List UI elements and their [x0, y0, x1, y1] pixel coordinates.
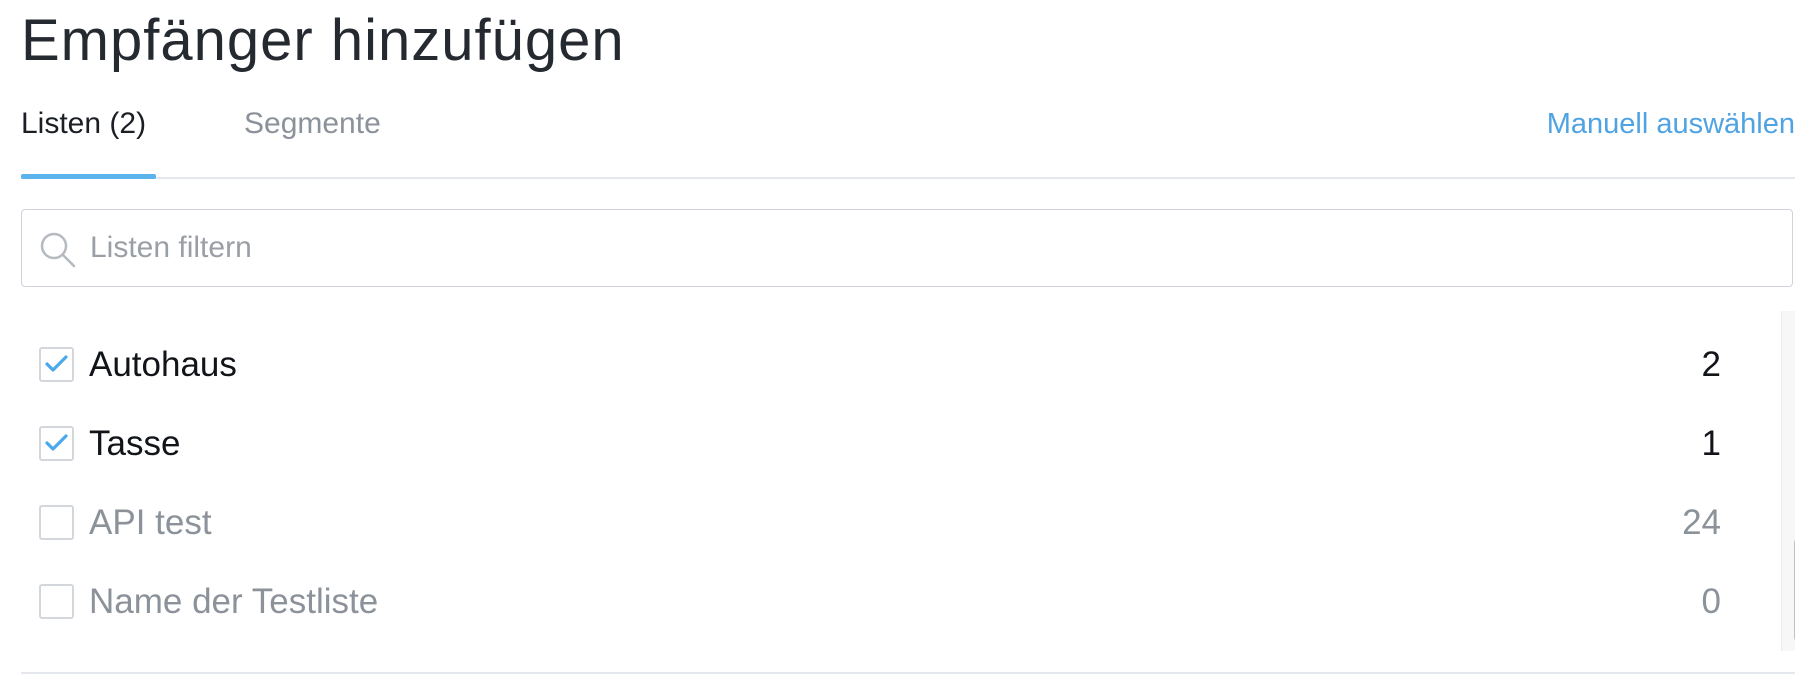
tab-segments-label: Segmente: [244, 107, 381, 140]
list-count: 2: [1701, 345, 1721, 384]
list-count: 24: [1682, 503, 1721, 542]
list-item[interactable]: API test 24: [21, 493, 1721, 553]
tab-lists-label: Listen (2): [21, 107, 147, 140]
search-icon: [40, 232, 76, 268]
active-tab-indicator: [21, 174, 156, 179]
checkmark-icon: [45, 355, 68, 372]
checkbox-checked[interactable]: [39, 426, 74, 461]
divider: [21, 672, 1795, 674]
list-name: API test: [89, 503, 212, 542]
list-item[interactable]: Tasse 1: [21, 414, 1721, 474]
list-item[interactable]: Name der Testliste 0: [21, 572, 1721, 632]
checkbox-checked[interactable]: [39, 347, 74, 382]
checkbox-unchecked[interactable]: [39, 584, 74, 619]
search-input[interactable]: [88, 212, 1780, 284]
manual-select-link[interactable]: Manuell auswählen: [1547, 96, 1795, 152]
tab-segments[interactable]: Segmente: [244, 96, 381, 177]
list-scroll-area[interactable]: Autohaus 2 Tasse 1 API test 24 Name der …: [21, 311, 1795, 651]
list-name: Autohaus: [89, 345, 237, 384]
list-count: 1: [1701, 424, 1721, 463]
list-name: Tasse: [89, 424, 181, 463]
checkmark-icon: [45, 434, 68, 451]
tab-lists[interactable]: Listen (2): [21, 96, 156, 179]
list-name: Name der Testliste: [89, 582, 379, 621]
list-item-partially-hidden: [21, 311, 1721, 319]
add-recipients-dialog: Empfänger hinzufügen Listen (2) Segmente…: [0, 0, 1816, 696]
tab-bar: Listen (2) Segmente Manuell auswählen: [21, 96, 1795, 179]
search-box: [21, 209, 1793, 287]
list-count: 0: [1701, 582, 1721, 621]
checkbox-unchecked[interactable]: [39, 505, 74, 540]
list-item[interactable]: Autohaus 2: [21, 335, 1721, 395]
page-title: Empfänger hinzufügen: [21, 8, 625, 73]
scrollbar-thumb[interactable]: [1794, 536, 1795, 644]
scrollbar[interactable]: [1781, 311, 1795, 651]
